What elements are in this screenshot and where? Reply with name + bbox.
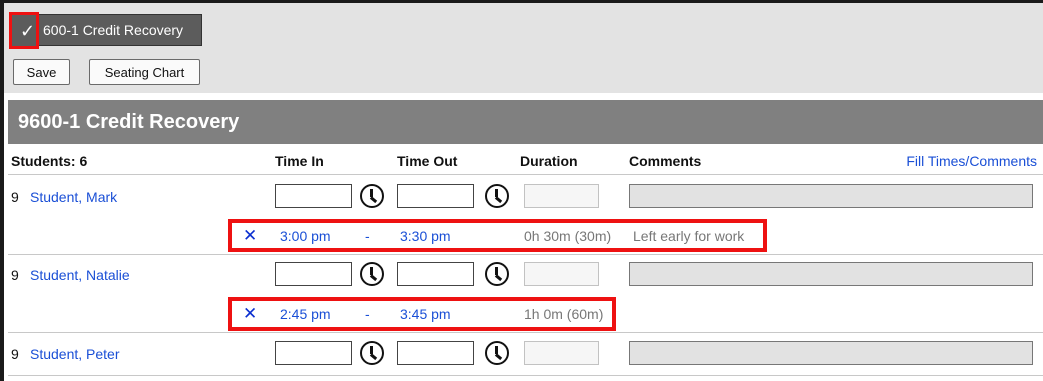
- clock-icon[interactable]: [485, 341, 509, 365]
- comments-input[interactable]: [629, 341, 1033, 365]
- toolbar: 600-1 Credit Recovery ✓ Save Seating Cha…: [4, 3, 1043, 93]
- course-checkbox[interactable]: ✓: [9, 12, 39, 49]
- students-count-header: Students: 6: [11, 153, 88, 169]
- student-name-link[interactable]: Student, Mark: [30, 189, 117, 205]
- student-row: 9 Student, Mark: [8, 175, 1043, 219]
- save-button[interactable]: Save: [13, 59, 70, 85]
- row-divider: [8, 375, 1043, 376]
- time-out-input[interactable]: [397, 262, 474, 286]
- time-in-header: Time In: [275, 153, 324, 169]
- comments-input[interactable]: [629, 184, 1033, 208]
- highlight-box: [228, 297, 616, 331]
- section-title: 9600-1 Credit Recovery: [8, 100, 1043, 144]
- time-in-input[interactable]: [275, 341, 352, 365]
- student-grade: 9: [11, 267, 19, 283]
- duration-field: [524, 341, 599, 365]
- student-row: 9 Student, Natalie: [8, 253, 1043, 297]
- clock-icon[interactable]: [485, 262, 509, 286]
- student-grade: 9: [11, 346, 19, 362]
- clock-icon[interactable]: [360, 184, 384, 208]
- student-grade: 9: [11, 189, 19, 205]
- duration-field: [524, 184, 599, 208]
- course-button-label: 600-1 Credit Recovery: [43, 22, 184, 38]
- highlight-box: [228, 219, 767, 252]
- student-name-link[interactable]: Student, Natalie: [30, 267, 130, 283]
- column-header-row: Students: 6 Time In Time Out Duration Co…: [8, 145, 1043, 175]
- duration-field: [524, 262, 599, 286]
- fill-times-comments-link[interactable]: Fill Times/Comments: [906, 153, 1037, 169]
- student-name-link[interactable]: Student, Peter: [30, 346, 120, 362]
- clock-icon[interactable]: [360, 262, 384, 286]
- time-out-input[interactable]: [397, 184, 474, 208]
- seating-chart-button[interactable]: Seating Chart: [89, 59, 200, 85]
- comments-input[interactable]: [629, 262, 1033, 286]
- clock-icon[interactable]: [485, 184, 509, 208]
- duration-header: Duration: [520, 153, 578, 169]
- time-in-input[interactable]: [275, 262, 352, 286]
- time-in-input[interactable]: [275, 184, 352, 208]
- comments-header: Comments: [629, 153, 702, 169]
- time-out-header: Time Out: [397, 153, 458, 169]
- clock-icon[interactable]: [360, 341, 384, 365]
- check-icon: ✓: [20, 21, 36, 41]
- student-row: 9 Student, Peter: [8, 332, 1043, 376]
- time-out-input[interactable]: [397, 341, 474, 365]
